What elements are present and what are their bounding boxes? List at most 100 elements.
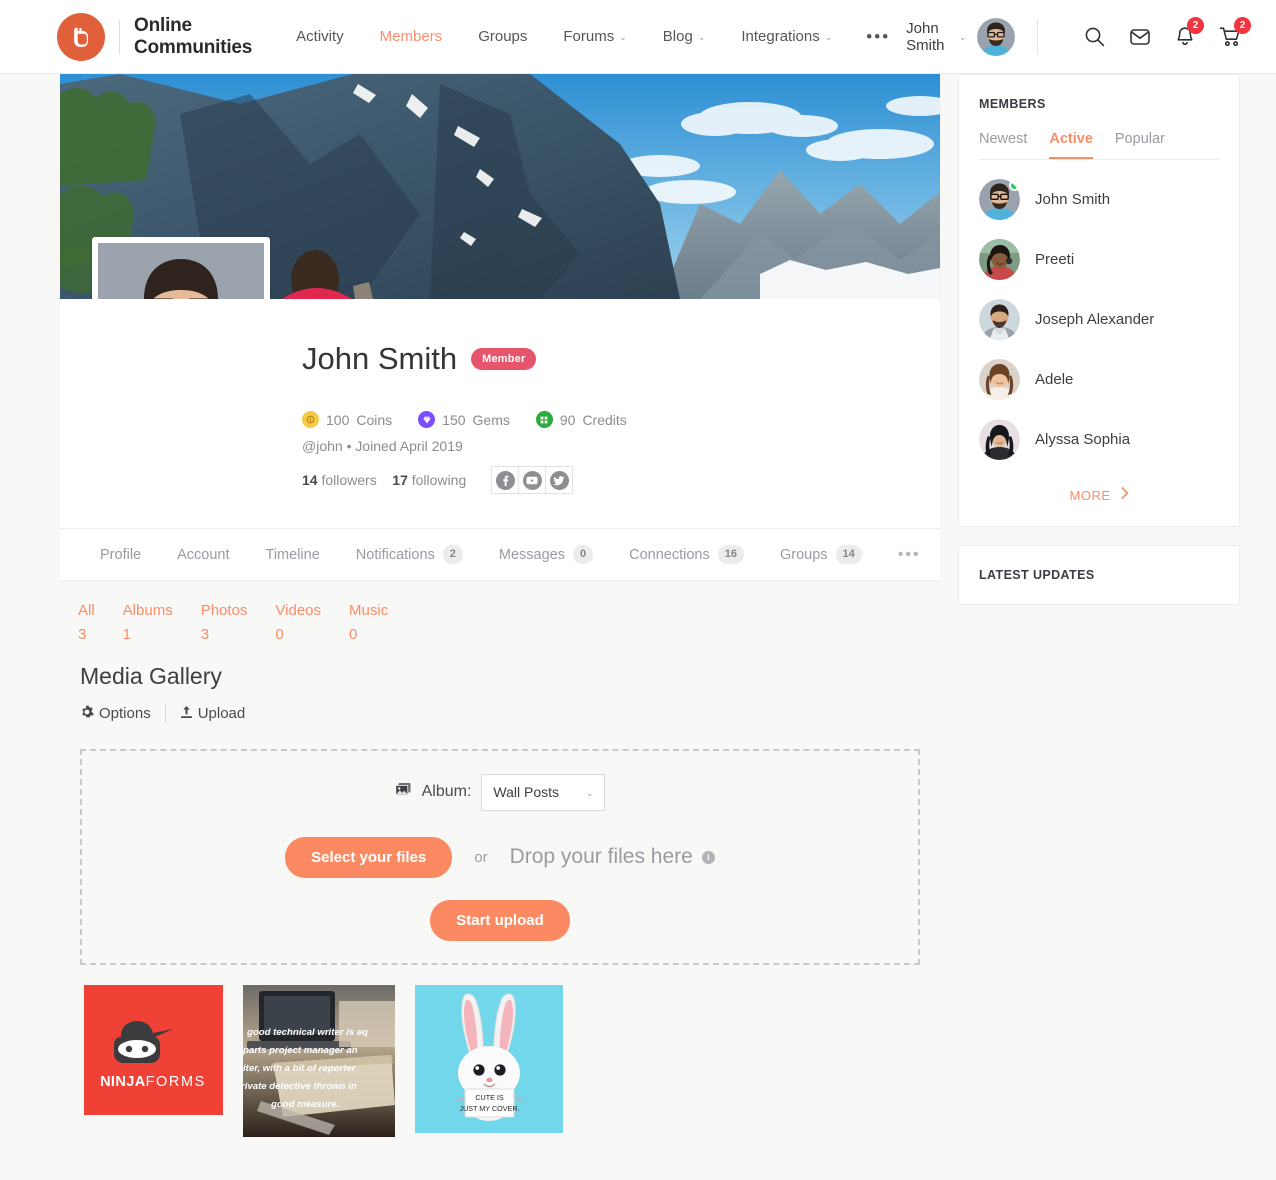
twitter-icon[interactable] [545, 466, 574, 494]
svg-text:iter, with a bit of reporter: iter, with a bit of reporter [243, 1063, 357, 1074]
svg-text:good measure.: good measure. [270, 1099, 339, 1110]
gems-label: Gems [472, 411, 510, 428]
media-thumbnails: NINJAFORMS good technical writer is eq p… [84, 985, 940, 1137]
tab-label: Account [177, 546, 230, 563]
tab-count: 0 [572, 545, 594, 564]
cart-badge: 2 [1234, 17, 1251, 34]
upload-icon [180, 705, 193, 723]
meta-separator: • [346, 438, 352, 454]
nav-overflow-button[interactable]: ••• [850, 28, 906, 45]
nav-label: Blog [662, 28, 693, 45]
profile-card: John Smith Member 100 Coins 150 Gems 90 … [60, 74, 940, 580]
gallery-title: Media Gallery [80, 663, 222, 689]
tab-connections[interactable]: Connections 16 [611, 545, 762, 564]
search-icon[interactable] [1084, 26, 1105, 47]
options-button[interactable]: Options [80, 705, 151, 723]
latest-updates-widget: LATEST UPDATES [958, 545, 1240, 605]
nav-label: Forums [563, 28, 615, 45]
list-item[interactable]: John Smith [979, 179, 1219, 220]
tab-label: Profile [100, 546, 142, 563]
facebook-icon[interactable] [491, 466, 520, 494]
filter-music[interactable]: Music 0 [349, 602, 388, 643]
header-user-name[interactable]: John Smith [906, 20, 952, 54]
profile-avatar[interactable] [92, 237, 270, 299]
filter-albums[interactable]: Albums 1 [123, 602, 173, 643]
nav-label: Activity [296, 28, 344, 45]
list-item-label: Preeti [1035, 251, 1075, 268]
currency-row: 100 Coins 150 Gems 90 Credits [302, 411, 940, 428]
drop-files-hint: Drop your files here i [510, 845, 715, 869]
filter-count: 0 [349, 626, 358, 643]
status-badge: Member [471, 348, 537, 370]
tab-active[interactable]: Active [1049, 131, 1093, 159]
nav-label: Groups [478, 28, 528, 45]
cart-icon[interactable]: 2 [1219, 17, 1251, 47]
cute-bunny-thumbnail[interactable]: CUTE IS JUST MY COVER. [415, 985, 563, 1133]
tab-timeline[interactable]: Timeline [248, 547, 338, 563]
filter-photos[interactable]: Photos 3 [201, 602, 248, 643]
youtube-icon[interactable] [518, 466, 547, 494]
tab-profile[interactable]: Profile [82, 547, 159, 563]
more-members-link[interactable]: MORE [979, 486, 1219, 504]
tab-newest[interactable]: Newest [979, 131, 1027, 159]
list-item[interactable]: Adele [979, 359, 1219, 400]
gallery-actions: Options Upload [80, 704, 940, 723]
technical-writer-quote-thumbnail[interactable]: good technical writer is eq parts projec… [243, 985, 395, 1137]
chevron-down-icon: ⌄ [824, 32, 833, 42]
tab-label: Notifications [355, 546, 435, 563]
chevron-down-icon[interactable]: ⌄ [959, 32, 967, 43]
svg-text:JUST MY COVER.: JUST MY COVER. [459, 1104, 519, 1113]
start-upload-wrap: Start upload [430, 899, 570, 941]
site-logo[interactable]: Online Communities [57, 12, 252, 61]
nav-item-forums[interactable]: Forums ⌄ [545, 28, 644, 45]
select-files-button[interactable]: Select your files [285, 836, 453, 878]
album-label: Album: [421, 783, 472, 800]
profile-tabs-overflow[interactable]: ••• [880, 546, 939, 564]
ninja-forms-thumbnail[interactable]: NINJAFORMS [84, 985, 223, 1115]
coin-icon [302, 411, 319, 428]
tab-groups[interactable]: Groups 14 [762, 545, 880, 564]
list-item[interactable]: Joseph Alexander [979, 299, 1219, 340]
tab-popular[interactable]: Popular [1115, 131, 1165, 159]
list-item[interactable]: Alyssa Sophia [979, 419, 1219, 460]
filter-videos[interactable]: Videos 0 [275, 602, 321, 643]
nav-item-members[interactable]: Members [362, 28, 461, 45]
nav-item-groups[interactable]: Groups [460, 28, 545, 45]
svg-text:CUTE IS: CUTE IS [475, 1093, 504, 1102]
list-item[interactable]: Preeti [979, 239, 1219, 280]
options-label: Options [99, 705, 151, 722]
file-row: Select your files or Drop your files her… [285, 836, 715, 878]
header-avatar[interactable] [977, 17, 1016, 56]
cover-photo[interactable] [60, 74, 940, 299]
nav-label: Members [379, 28, 443, 45]
members-widget-title: MEMBERS [979, 97, 1046, 111]
header-divider [1037, 19, 1038, 54]
gem-icon [418, 411, 436, 428]
tab-notifications[interactable]: Notifications 2 [338, 545, 481, 564]
info-icon[interactable]: i [701, 850, 715, 864]
logo-divider [119, 19, 120, 54]
inbox-icon[interactable] [1129, 26, 1151, 47]
logo-line-1: Online [134, 15, 192, 37]
album-selected-value: Wall Posts [493, 784, 559, 800]
album-select[interactable]: Wall Posts ⌄ [481, 773, 606, 811]
avatar [979, 419, 1020, 460]
filter-all[interactable]: All 3 [78, 602, 95, 643]
nav-item-blog[interactable]: Blog ⌄ [645, 28, 724, 45]
svg-text:NINJAFORMS: NINJAFORMS [100, 1074, 206, 1090]
avatar [979, 239, 1020, 280]
tab-account[interactable]: Account [159, 547, 247, 563]
upload-button[interactable]: Upload [180, 705, 245, 723]
social-links [491, 466, 574, 494]
bell-icon[interactable]: 2 [1175, 17, 1204, 47]
tab-count: 16 [717, 545, 744, 564]
list-item-label: Joseph Alexander [1035, 311, 1155, 328]
album-row: Album: Wall Posts ⌄ [394, 773, 606, 811]
tab-messages[interactable]: Messages 0 [481, 545, 611, 564]
start-upload-button[interactable]: Start upload [430, 899, 570, 941]
nav-item-integrations[interactable]: Integrations ⌄ [723, 28, 850, 45]
filter-label: Photos [200, 602, 248, 619]
upload-dropzone[interactable]: Album: Wall Posts ⌄ Select your files or… [80, 749, 920, 965]
buddyboss-logo-icon [57, 12, 105, 61]
nav-item-activity[interactable]: Activity [278, 28, 362, 45]
